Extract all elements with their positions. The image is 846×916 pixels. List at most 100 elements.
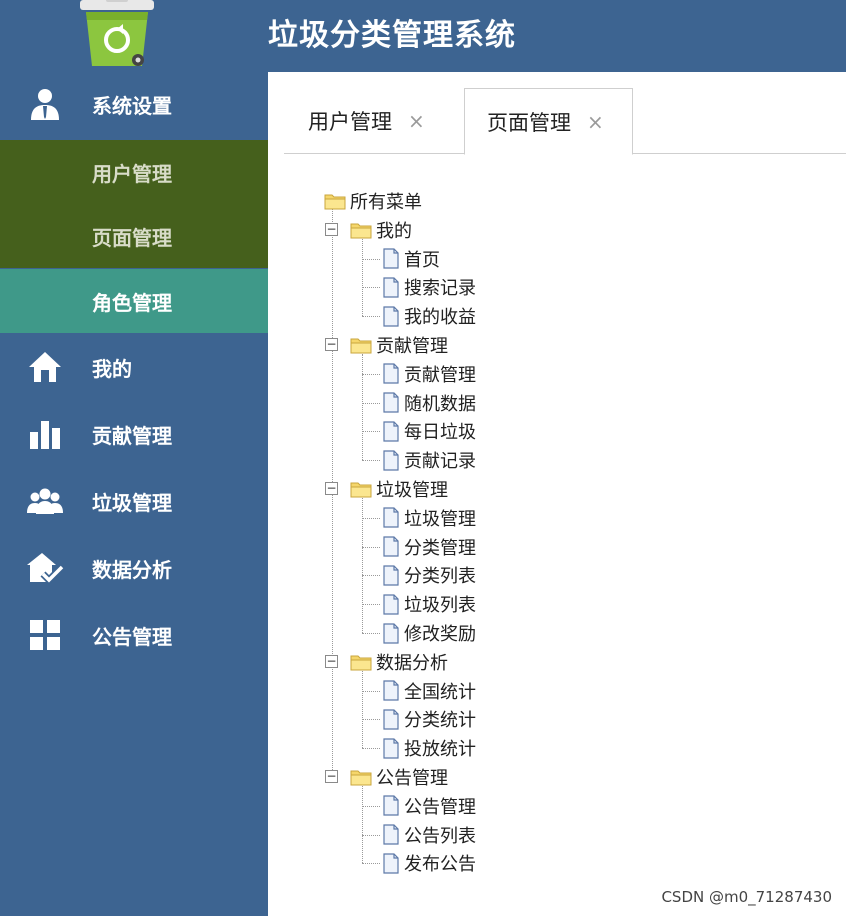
tree-node-label: 搜索记录 — [404, 278, 476, 300]
tree-leaf[interactable]: 发布公告 — [382, 850, 476, 876]
collapse-toggle-icon[interactable]: − — [325, 222, 338, 236]
file-icon — [382, 853, 400, 874]
tree-leaf[interactable]: 修改奖励 — [382, 620, 476, 646]
close-icon[interactable]: × — [408, 109, 425, 133]
close-icon[interactable]: × — [587, 110, 604, 134]
sidebar-item-garbage[interactable]: 垃圾管理 — [0, 469, 268, 533]
folder-icon — [350, 336, 372, 354]
house-check-icon — [26, 550, 64, 586]
tree-node-label: 公告列表 — [404, 825, 476, 847]
file-icon — [382, 709, 400, 730]
file-icon — [382, 594, 400, 615]
tree-connector — [362, 546, 380, 548]
submenu-item-label: 页面管理 — [92, 225, 172, 250]
collapse-toggle-icon[interactable]: − — [325, 338, 338, 351]
tab-user-management[interactable]: 用户管理 × — [308, 88, 425, 154]
tree-connector — [362, 517, 380, 519]
tree-leaf[interactable]: 垃圾列表 — [382, 591, 476, 617]
tree-node-label: 贡献记录 — [404, 451, 476, 473]
tree-node-label: 公告管理 — [376, 768, 448, 789]
tree-leaf[interactable]: 贡献记录 — [382, 447, 476, 473]
tree-leaf[interactable]: 全国统计 — [382, 678, 476, 704]
tree-leaf[interactable]: 贡献管理 — [382, 361, 476, 387]
tree-node-label: 分类列表 — [404, 566, 476, 588]
tree-leaf[interactable]: 随机数据 — [382, 390, 476, 416]
tree-group[interactable]: 垃圾管理 — [350, 476, 448, 502]
file-icon — [382, 392, 400, 413]
collapse-toggle-icon[interactable]: − — [325, 654, 338, 668]
folder-icon — [350, 480, 372, 498]
tree-connector — [362, 786, 363, 864]
bar-chart-icon — [26, 416, 64, 452]
sidebar-item-mine[interactable]: 我的 — [0, 335, 268, 399]
tree-leaf[interactable]: 分类统计 — [382, 706, 476, 732]
sidebar-item-announcements[interactable]: 公告管理 — [0, 603, 268, 667]
file-icon — [382, 680, 400, 701]
tab-label: 用户管理 — [308, 110, 392, 134]
submenu-item-user-management[interactable]: 用户管理 — [0, 140, 268, 204]
submenu-item-role-management[interactable]: 角色管理 — [0, 269, 268, 333]
collapse-toggle-icon[interactable]: − — [325, 770, 338, 783]
sidebar-item-label: 系统设置 — [92, 93, 172, 118]
tree-group[interactable]: 数据分析 — [350, 649, 448, 675]
tree-leaf[interactable]: 分类管理 — [382, 534, 476, 560]
tree-node-label: 首页 — [404, 249, 440, 271]
home-icon — [26, 349, 64, 385]
app-header: 垃圾分类管理系统 — [0, 0, 846, 72]
sidebar-item-contribution[interactable]: 贡献管理 — [0, 402, 268, 466]
tree-connector — [362, 354, 363, 461]
tree-node-label: 数据分析 — [376, 652, 448, 674]
tree-node-label: 投放统计 — [404, 739, 476, 761]
tree-connector — [362, 863, 380, 865]
file-icon — [382, 507, 400, 528]
tree-leaf[interactable]: 我的收益 — [382, 303, 476, 329]
tree-node-label: 垃圾管理 — [404, 508, 476, 530]
tree-root[interactable]: 所有菜单 — [324, 188, 422, 214]
tree-leaf[interactable]: 投放统计 — [382, 735, 476, 761]
tree-leaf[interactable]: 垃圾管理 — [382, 505, 476, 531]
tree-group[interactable]: 公告管理 — [350, 764, 448, 790]
submenu-item-label: 角色管理 — [92, 290, 172, 315]
tree-node-label: 所有菜单 — [350, 192, 422, 213]
tree-node-label: 贡献管理 — [404, 364, 476, 386]
tree-node-label: 我的 — [376, 220, 412, 242]
tree-connector — [362, 575, 380, 577]
collapse-toggle-icon[interactable]: − — [325, 482, 338, 495]
file-icon — [382, 248, 400, 269]
tree-node-label: 修改奖励 — [404, 624, 476, 645]
tree-leaf[interactable]: 每日垃圾 — [382, 418, 476, 444]
tree-leaf[interactable]: 首页 — [382, 246, 440, 272]
sidebar-item-label: 数据分析 — [92, 557, 172, 582]
tree-node-label: 分类统计 — [404, 710, 476, 732]
trash-bin-logo-icon — [78, 0, 156, 70]
tree-leaf[interactable]: 搜索记录 — [382, 274, 476, 300]
tree-connector — [362, 373, 380, 375]
tree-group[interactable]: 贡献管理 — [350, 332, 448, 358]
main-content: 用户管理 × 页面管理 × 所有菜单 − 我的 首页 搜索记录 我的收益 − 贡献管理 贡献管理… — [268, 72, 846, 916]
tree-node-label: 全国统计 — [404, 681, 476, 703]
tree-connector — [362, 498, 363, 633]
file-icon — [382, 421, 400, 442]
tree-leaf[interactable]: 公告列表 — [382, 822, 476, 848]
file-icon — [382, 738, 400, 759]
tree-connector — [362, 287, 380, 289]
tree-leaf[interactable]: 分类列表 — [382, 562, 476, 588]
grid-icon — [26, 617, 64, 653]
tree-connector — [362, 238, 363, 317]
tree-node-label: 分类管理 — [404, 537, 476, 559]
tree-connector — [362, 258, 380, 260]
tree-group[interactable]: 我的 — [350, 217, 412, 243]
group-icon — [26, 483, 64, 519]
tab-page-management[interactable]: 页面管理 × — [464, 88, 633, 155]
sidebar-item-system-settings[interactable]: 系统设置 — [0, 72, 268, 136]
sidebar-item-data-analysis[interactable]: 数据分析 — [0, 536, 268, 600]
app-title: 垃圾分类管理系统 — [268, 18, 516, 53]
tab-label: 页面管理 — [487, 110, 571, 135]
submenu-item-label: 用户管理 — [92, 161, 172, 186]
submenu-item-page-management[interactable]: 页面管理 — [0, 204, 268, 268]
tree-leaf[interactable]: 公告管理 — [382, 793, 476, 819]
file-icon — [382, 536, 400, 557]
sidebar: 系统设置 用户管理 页面管理 角色管理 我的 贡献管理 垃圾管理 数据分析 公告… — [0, 72, 268, 916]
tree-node-label: 我的收益 — [404, 307, 476, 329]
sidebar-item-label: 贡献管理 — [92, 423, 172, 448]
